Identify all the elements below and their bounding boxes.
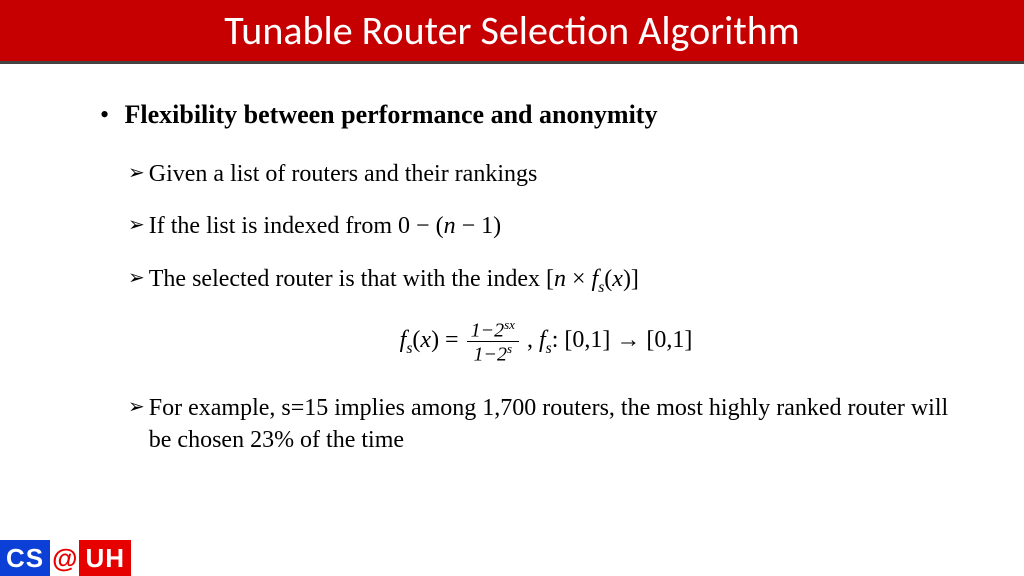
formula-tail: , fs: [0,1] → [0,1] — [527, 327, 692, 353]
formula: fs(x) = 1−2sx 1−2s , fs: [0,1] → [0,1] — [128, 318, 964, 366]
item-prefix: If the list is indexed from — [149, 213, 398, 239]
main-bullet-text: Flexibility between performance and anon… — [125, 100, 658, 129]
fraction: 1−2sx 1−2s — [467, 318, 519, 366]
list-item: ➢ The selected router is that with the i… — [128, 263, 964, 298]
arrow-right-icon: ➢ — [128, 210, 145, 240]
item-prefix: The selected router is that with the ind… — [149, 266, 546, 292]
slide-content: • Flexibility between performance and an… — [100, 100, 964, 477]
arrow-right-icon: ➢ — [128, 158, 145, 188]
math-inline: 0 − (n − 1) — [398, 213, 501, 239]
logo-uh: UH — [79, 540, 131, 576]
logo-cs: CS — [0, 540, 50, 576]
title-bar: Tunable Router Selection Algorithm — [0, 0, 1024, 64]
item-text: Given a list of routers and their rankin… — [149, 158, 964, 190]
formula-lhs: fs(x) = — [400, 327, 465, 353]
list-item: ➢ If the list is indexed from 0 − (n − 1… — [128, 210, 964, 242]
fraction-denominator: 1−2s — [467, 342, 519, 366]
csuh-logo: CS @ UH — [0, 540, 131, 576]
item-text: If the list is indexed from 0 − (n − 1) — [149, 210, 964, 242]
list-item: ➢ Given a list of routers and their rank… — [128, 158, 964, 190]
list-item: ➢ For example, s=15 implies among 1,700 … — [128, 392, 964, 457]
fraction-numerator: 1−2sx — [467, 318, 519, 343]
sub-bullet-list: ➢ Given a list of routers and their rank… — [128, 158, 964, 457]
item-text: For example, s=15 implies among 1,700 ro… — [149, 392, 964, 457]
item-text: The selected router is that with the ind… — [149, 263, 964, 298]
arrow-right-icon: ➢ — [128, 263, 145, 293]
bullet-dot-icon: • — [100, 100, 118, 130]
logo-at: @ — [50, 540, 79, 576]
slide: Tunable Router Selection Algorithm • Fle… — [0, 0, 1024, 576]
arrow-right-icon: ➢ — [128, 392, 145, 422]
main-bullet: • Flexibility between performance and an… — [100, 100, 964, 130]
slide-title: Tunable Router Selection Algorithm — [224, 6, 799, 55]
math-inline: [n × fs(x)] — [546, 266, 639, 292]
